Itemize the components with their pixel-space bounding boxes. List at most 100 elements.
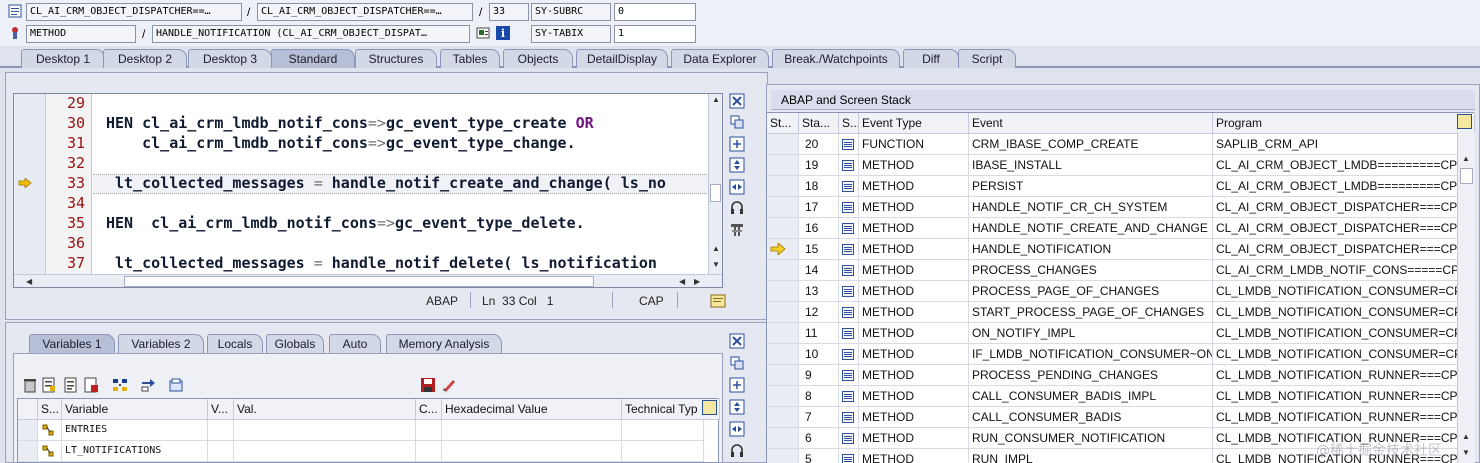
code-vertical-scrollbar[interactable]: ▲ ▲ ▼ [708,94,722,274]
maximize-tool-icon[interactable] [729,136,745,152]
program-name[interactable]: CL_AI_CRM_OBJECT_DISPATCHER===CP [1213,218,1458,239]
layout-settings-icon[interactable] [1457,114,1472,129]
column-header[interactable]: Hexadecimal Value [442,399,622,420]
source-code-editor[interactable]: 29 30 31 32 33 34 35 36 37 HEN cl_ai_crm_lmdb_no… [13,93,723,288]
event-name[interactable]: PROCESS_CHANGES [969,260,1213,281]
code-line[interactable]: lt_collected_messages = handle_notif_cre… [106,174,666,192]
scroll-up-icon[interactable]: ▲ [1462,154,1470,164]
services-tool-icon[interactable] [729,222,745,238]
enlarge-vertical-icon[interactable] [729,157,745,173]
source-icon[interactable] [839,218,859,239]
program-name[interactable]: CL_AI_CRM_OBJECT_LMDB=========CP [1213,176,1458,197]
event-type[interactable]: METHOD [859,323,969,344]
program-name[interactable]: CL_LMDB_NOTIFICATION_CONSUMER=CP [1213,323,1458,344]
program-name[interactable]: CL_LMDB_NOTIFICATION_RUNNER===CP [1213,407,1458,428]
stack-row-marker[interactable] [767,197,799,218]
var-tab-variables-1[interactable]: Variables 1 [29,334,115,353]
event-name[interactable]: IBASE_INSTALL [969,155,1213,176]
column-header[interactable]: S... [839,113,859,134]
tab-desktop-3[interactable]: Desktop 3 [188,49,272,68]
editor-options-icon[interactable] [710,293,726,309]
stack-level[interactable]: 11 [799,323,839,344]
event-name[interactable]: ON_NOTIFY_IMPL [969,323,1213,344]
event-type[interactable]: METHOD [859,281,969,302]
variable-value-cell[interactable] [234,441,416,462]
row-selector[interactable] [18,441,38,462]
variable-value-cell[interactable] [208,441,234,462]
variable-name[interactable]: ENTRIES [62,420,208,441]
tab-desktop-1[interactable]: Desktop 1 [21,49,105,68]
stack-level[interactable]: 8 [799,386,839,407]
code-horizontal-scrollbar[interactable]: ◀ ◀ ▶ [14,274,722,287]
code-line[interactable]: HEN cl_ai_crm_lmdb_notif_cons=>gc_event_… [106,114,594,132]
stack-level[interactable]: 5 [799,449,839,463]
program-name[interactable]: CL_LMDB_NOTIFICATION_RUNNER===CP [1213,365,1458,386]
var-tab-globals[interactable]: Globals [266,334,324,353]
event-type[interactable]: METHOD [859,239,969,260]
stack-level[interactable]: 17 [799,197,839,218]
scroll-up-icon[interactable]: ▲ [1462,432,1470,442]
edit-list-icon[interactable] [41,377,57,393]
enlarge-horizontal-icon[interactable] [729,421,745,437]
event-name[interactable]: IF_LMDB_NOTIFICATION_CONSUMER~ON... [969,344,1213,365]
event-type[interactable]: METHOD [859,302,969,323]
event-name[interactable]: PROCESS_PENDING_CHANGES [969,365,1213,386]
code-line[interactable]: cl_ai_crm_lmdb_notif_cons=>gc_event_type… [106,134,576,152]
event-name[interactable]: CALL_CONSUMER_BADIS_IMPL [969,386,1213,407]
save-icon[interactable] [420,377,436,393]
layout-settings-icon[interactable] [702,400,717,415]
program-name[interactable]: CL_AI_CRM_OBJECT_DISPATCHER===CP [1213,197,1458,218]
event-name[interactable]: PERSIST [969,176,1213,197]
source-icon[interactable] [839,428,859,449]
stack-row-marker[interactable] [767,407,799,428]
stack-level[interactable]: 16 [799,218,839,239]
variable-value-cell[interactable] [234,420,416,441]
structure-icon[interactable] [112,377,128,393]
close-tool-icon[interactable] [729,333,745,349]
clear-icon[interactable] [441,377,457,393]
stack-level[interactable]: 18 [799,176,839,197]
event-name[interactable]: HANDLE_NOTIFICATION [969,239,1213,260]
column-header[interactable]: V... [208,399,234,420]
stack-row-marker[interactable] [767,386,799,407]
sysvar-value-field[interactable]: 1 [614,25,696,43]
event-name[interactable]: CRM_IBASE_COMP_CREATE [969,134,1213,155]
transfer-icon[interactable] [140,377,156,393]
stack-vertical-scrollbar[interactable]: ▲ ▲ ▼ [1457,132,1475,463]
tab-diff[interactable]: Diff [903,49,959,68]
program-name[interactable]: CL_AI_CRM_OBJECT_LMDB=========CP [1213,155,1458,176]
source-icon[interactable] [839,155,859,176]
variable-value-cell[interactable] [622,420,704,441]
program-name[interactable]: CL_AI_CRM_OBJECT_DISPATCHER===CP [1213,239,1458,260]
scroll-right-icon[interactable]: ▶ [694,277,700,287]
variable-change-icon[interactable] [38,441,62,462]
column-header[interactable]: Variable [62,399,208,420]
stack-level[interactable]: 19 [799,155,839,176]
stack-row-marker[interactable] [767,176,799,197]
stack-level[interactable]: 15 [799,239,839,260]
column-header[interactable]: Event [969,113,1213,134]
close-tool-icon[interactable] [729,93,745,109]
stack-level[interactable]: 20 [799,134,839,155]
stack-level[interactable]: 7 [799,407,839,428]
event-type[interactable]: METHOD [859,365,969,386]
code-line[interactable]: lt_collected_messages = handle_notif_del… [106,254,657,272]
tab-script[interactable]: Script [958,49,1016,68]
event-name[interactable]: CALL_CONSUMER_BADIS [969,407,1213,428]
stack-row-marker[interactable] [767,323,799,344]
tab-tables[interactable]: Tables [440,49,500,68]
source-icon[interactable] [839,260,859,281]
tab-structures[interactable]: Structures [355,49,437,68]
variable-change-icon[interactable] [38,420,62,441]
row-selector[interactable] [18,420,38,441]
source-icon[interactable] [839,407,859,428]
column-header[interactable]: C... [416,399,442,420]
variable-value-cell[interactable] [208,420,234,441]
var-tab-memory-analysis[interactable]: Memory Analysis [386,334,502,353]
var-tab-auto[interactable]: Auto [329,334,381,353]
export-icon[interactable] [83,377,99,393]
headset-tool-icon[interactable] [729,443,745,459]
event-type[interactable]: METHOD [859,428,969,449]
source-icon[interactable] [839,449,859,463]
source-icon[interactable] [839,176,859,197]
